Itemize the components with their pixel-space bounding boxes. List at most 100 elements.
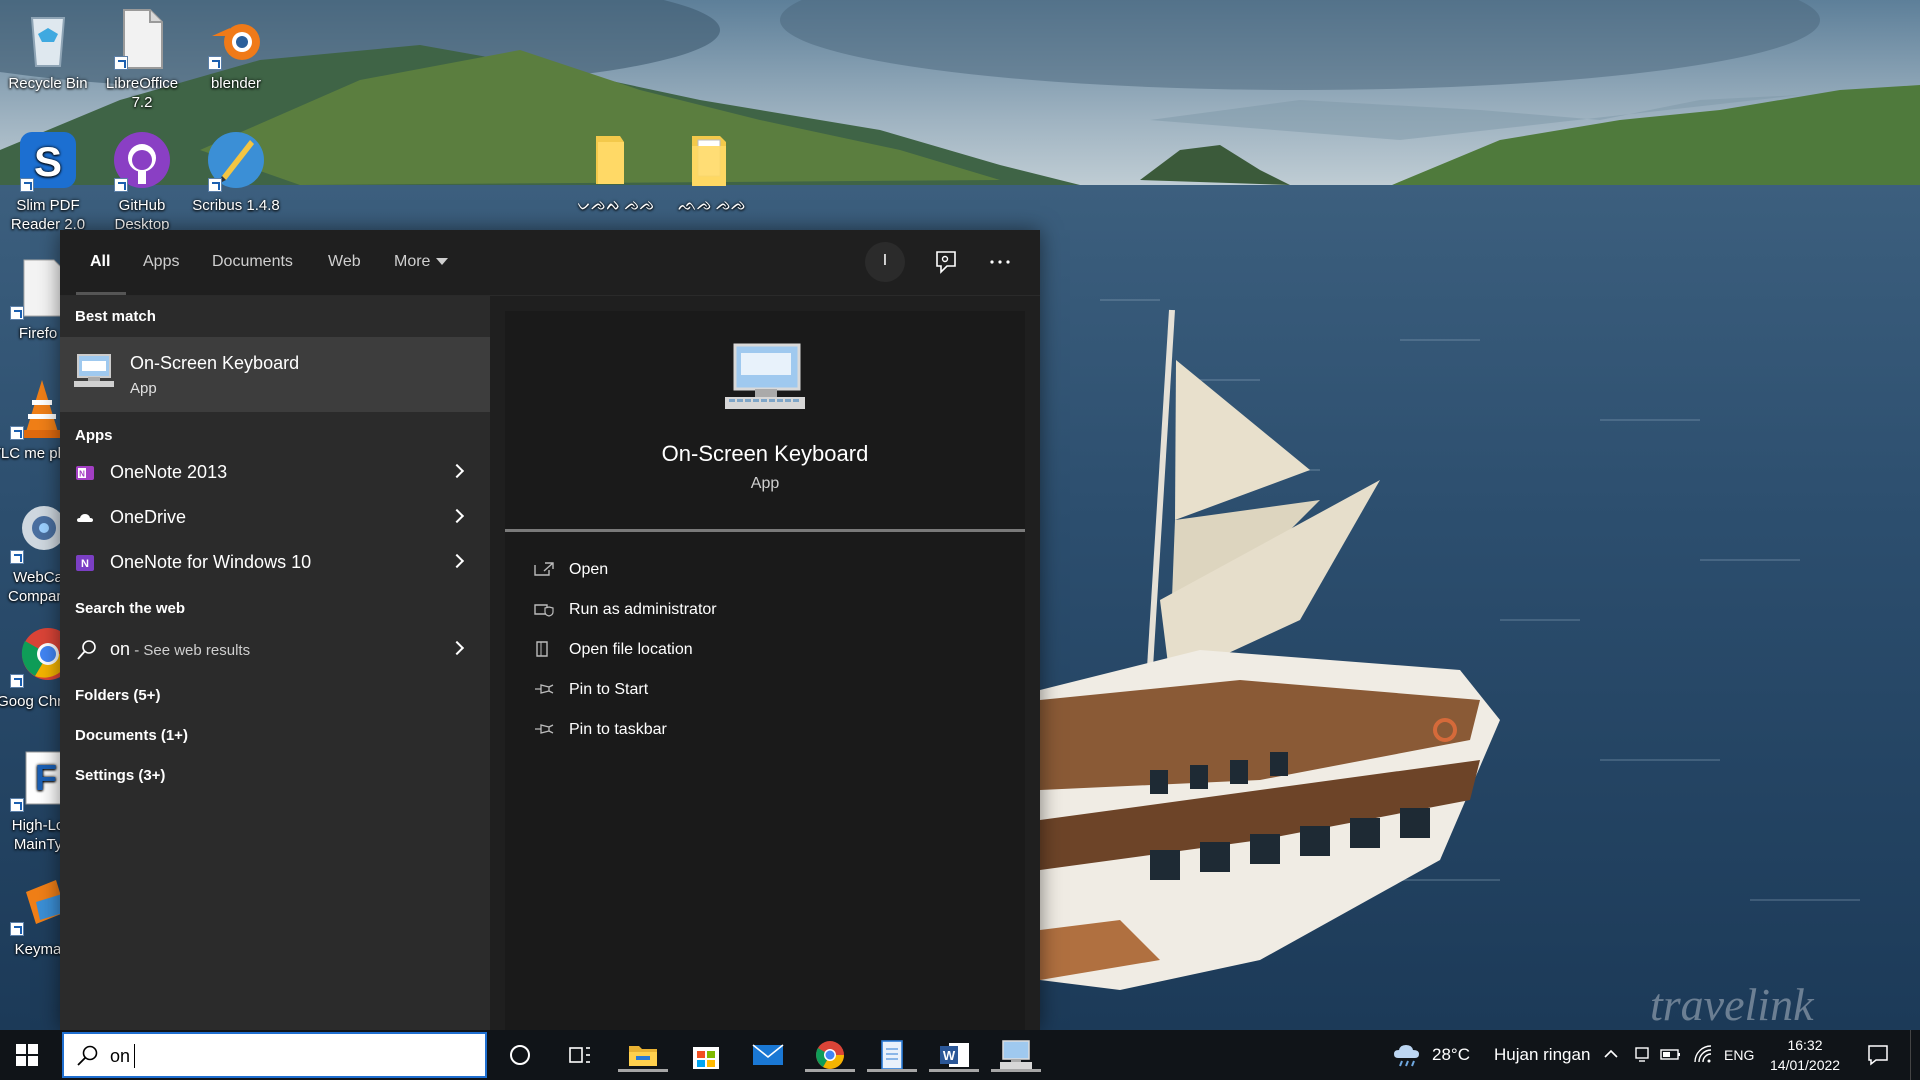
best-match-item[interactable]: On-Screen Keyboard App <box>60 337 490 412</box>
action-center-button[interactable] <box>1866 1043 1890 1067</box>
shortcut-arrow-icon <box>10 550 24 564</box>
chrome-icon <box>816 1041 844 1069</box>
app-result-onenote-win10[interactable]: N OneNote for Windows 10 <box>60 541 490 585</box>
action-open-file-location[interactable]: Open file location <box>533 635 933 667</box>
apps-header: Apps <box>75 427 113 444</box>
onenote-icon: N <box>76 555 94 571</box>
desktop-icon-blender[interactable]: blender <box>188 6 284 93</box>
chevron-right-icon[interactable] <box>449 553 465 569</box>
on-screen-keyboard-icon <box>74 354 114 387</box>
desktop-icon-scribus[interactable]: Scribus 1.4.8 <box>188 128 284 215</box>
show-desktop-button[interactable] <box>1910 1030 1920 1080</box>
weather-temperature[interactable]: 28°C <box>1432 1045 1470 1065</box>
desktop-icon-folder-1[interactable]: ᨆᨌᨄ ᨌᨌ <box>568 128 664 215</box>
taskbar-on-screen-keyboard[interactable] <box>991 1038 1041 1072</box>
desktop-icon-label: Recycle Bin <box>8 75 88 92</box>
tab-all[interactable]: All <box>90 252 110 282</box>
action-open[interactable]: Open <box>533 555 933 587</box>
folder-icon <box>584 128 648 192</box>
scribus-icon <box>204 128 268 192</box>
desktop-icon-recycle-bin[interactable]: Recycle Bin <box>0 6 96 93</box>
app-result-label: OneNote for Windows 10 <box>110 552 312 572</box>
input-language[interactable]: ENG <box>1724 1047 1754 1063</box>
desktop-icon-github[interactable]: GitHub Desktop <box>94 128 190 234</box>
desktop-icon-slim-pdf[interactable]: S Slim PDF Reader 2.0 <box>0 128 96 234</box>
result-detail-pane: On-Screen Keyboard App Open Run as admin… <box>505 311 1025 1030</box>
app-result-label: OneNote 2013 <box>110 462 228 482</box>
taskbar-cortana[interactable] <box>503 1038 537 1072</box>
app-result-label: OneDrive <box>110 507 187 527</box>
taskbar-file-explorer[interactable] <box>618 1038 668 1072</box>
taskbar-word[interactable]: W <box>929 1038 979 1072</box>
tab-documents[interactable]: Documents <box>212 252 293 282</box>
start-button[interactable] <box>14 1042 40 1068</box>
taskbar-chrome[interactable] <box>805 1038 855 1072</box>
cloud-rain-icon <box>1394 1045 1419 1067</box>
tab-apps[interactable]: Apps <box>143 252 179 282</box>
running-indicator <box>618 1069 668 1072</box>
taskbar-mail[interactable] <box>751 1038 785 1072</box>
desktop-icon-libreoffice[interactable]: LibreOffice 7.2 <box>94 6 190 112</box>
detail-title: On-Screen Keyboard <box>661 441 869 466</box>
on-screen-keyboard-icon <box>725 343 805 409</box>
feedback-button[interactable] <box>925 242 965 282</box>
shortcut-arrow-icon <box>114 56 128 70</box>
pin-icon <box>535 724 554 734</box>
action-run-as-admin[interactable]: Run as administrator <box>533 595 933 627</box>
tab-more[interactable]: More <box>394 252 449 282</box>
category-settings[interactable]: Settings (3+) <box>75 767 165 784</box>
avatar-letter: I <box>882 252 888 269</box>
battery-icon <box>1660 1049 1680 1060</box>
web-search-label: on - See web results <box>110 639 250 660</box>
running-indicator <box>867 1069 917 1072</box>
cortana-icon <box>510 1045 530 1065</box>
category-folders[interactable]: Folders (5+) <box>75 687 160 704</box>
active-tab-indicator <box>76 292 126 295</box>
weather-widget[interactable] <box>1392 1042 1422 1068</box>
taskbar-search-box[interactable]: on <box>62 1032 487 1078</box>
web-search-query: on <box>110 639 131 659</box>
desktop-icon-label: LibreOffice 7.2 <box>105 75 179 111</box>
weather-condition[interactable]: Hujan ringan <box>1494 1045 1590 1065</box>
search-web-header: Search the web <box>75 600 186 617</box>
wallpaper-watermark: travelink <box>1650 979 1815 1030</box>
action-label: Pin to Start <box>569 681 649 698</box>
detail-divider <box>505 529 1025 532</box>
clock-time: 16:32 <box>1787 1037 1823 1053</box>
action-label: Pin to taskbar <box>569 721 667 738</box>
action-pin-to-taskbar[interactable]: Pin to taskbar <box>533 715 933 747</box>
shortcut-arrow-icon <box>114 178 128 192</box>
show-hidden-icons-button[interactable] <box>1602 1045 1620 1063</box>
desktop-icon-folder-2[interactable]: ᨒᨌ ᨌᨌ <box>664 128 760 215</box>
network-indicator[interactable] <box>1693 1044 1715 1064</box>
taskbar-notepad[interactable] <box>867 1038 917 1072</box>
tab-more-label: More <box>394 253 431 270</box>
chevron-right-icon[interactable] <box>449 508 465 524</box>
tab-web[interactable]: Web <box>328 252 361 282</box>
search-filter-tabs: All Apps Documents Web More I <box>60 230 1040 296</box>
onenote-icon: N <box>76 466 94 480</box>
app-result-onedrive[interactable]: OneDrive <box>60 496 490 540</box>
shortcut-arrow-icon <box>20 178 34 192</box>
chevron-right-icon[interactable] <box>449 463 465 479</box>
web-search-result[interactable]: on - See web results <box>60 628 490 672</box>
more-options-button[interactable] <box>980 242 1020 282</box>
shortcut-arrow-icon <box>208 56 222 70</box>
battery-indicator[interactable] <box>1660 1045 1682 1063</box>
meet-now-button[interactable] <box>1633 1044 1651 1064</box>
taskbar-clock[interactable]: 16:32 14/01/2022 <box>1770 1035 1840 1075</box>
account-avatar-button[interactable]: I <box>865 242 905 282</box>
action-pin-to-start[interactable]: Pin to Start <box>533 675 933 707</box>
desktop-icon-label: blender <box>210 75 262 92</box>
shortcut-arrow-icon <box>10 798 24 812</box>
chevron-up-icon <box>1604 1049 1618 1058</box>
app-result-onenote-2013[interactable]: N OneNote 2013 <box>60 451 490 495</box>
word-icon: W <box>940 1043 969 1067</box>
desktop-icon-label: GitHub Desktop <box>114 197 170 233</box>
taskbar-store[interactable] <box>689 1038 723 1072</box>
category-documents[interactable]: Documents (1+) <box>75 727 188 744</box>
device-icon <box>1635 1047 1649 1062</box>
taskbar-task-view[interactable] <box>563 1038 597 1072</box>
chevron-right-icon[interactable] <box>449 640 465 656</box>
running-indicator <box>929 1069 979 1072</box>
